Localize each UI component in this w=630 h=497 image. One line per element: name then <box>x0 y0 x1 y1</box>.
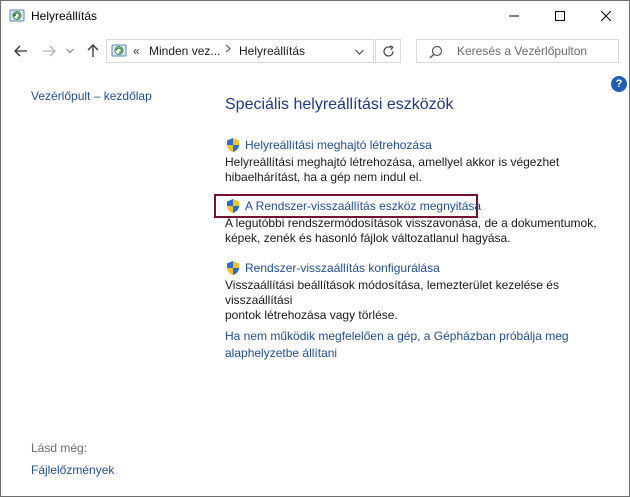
arrow-right-icon <box>43 45 56 57</box>
page-title: Speciális helyreállítási eszközök <box>225 96 454 113</box>
uac-shield-icon <box>227 261 239 275</box>
description-line: képek, zenék és hasonló fájlok változatl… <box>225 231 511 245</box>
description-line: A legutóbbi rendszermódosítások visszavo… <box>225 216 597 230</box>
create-recovery-drive-label[interactable]: Helyreállítási meghajtó létrehozása <box>245 138 432 152</box>
maximize-button[interactable] <box>537 1 583 31</box>
recent-locations-button[interactable] <box>63 41 77 61</box>
open-system-restore-description: A legutóbbi rendszermódosítások visszavo… <box>225 216 597 246</box>
window-title: Helyreállítás <box>31 9 98 23</box>
open-system-restore-label[interactable]: A Rendszer-visszaállítás eszköz megnyitá… <box>245 199 481 213</box>
description-line: hibaelhárítást, ha a gép nem indul el. <box>225 170 422 184</box>
minimize-button[interactable] <box>491 1 537 31</box>
search-input[interactable]: Keresés a Vezérlőpulton <box>416 39 619 63</box>
maximize-icon <box>555 11 565 21</box>
uac-shield-icon <box>227 199 239 213</box>
search-icon <box>429 45 443 59</box>
refresh-icon <box>382 44 394 57</box>
description-line: Visszaállítási beállítások módosítása, l… <box>225 278 559 307</box>
file-history-link[interactable]: Fájlelőzmények <box>31 463 114 477</box>
minimize-icon <box>509 15 519 17</box>
breadcrumb-recovery[interactable]: Helyreállítás <box>239 44 305 58</box>
forward-button[interactable] <box>39 41 59 61</box>
description-line: Helyreállítási meghajtó létrehozása, ame… <box>225 155 560 169</box>
task-open-system-restore: A Rendszer-visszaállítás eszköz megnyitá… <box>225 198 597 246</box>
task-configure-system-restore: Rendszer-visszaállítás konfigurálása Vis… <box>225 260 629 323</box>
chevron-down-icon <box>354 49 364 55</box>
recovery-icon <box>9 8 25 24</box>
configure-system-restore-link[interactable]: Rendszer-visszaállítás konfigurálása <box>225 260 629 276</box>
refresh-button[interactable] <box>375 39 401 63</box>
see-also-label: Lásd még: <box>31 441 88 455</box>
address-bar[interactable]: « Minden vez... Helyreállítás <box>106 39 374 63</box>
uac-shield-icon <box>227 138 239 152</box>
window: Helyreállítás « Minden vez... Helyreállí… <box>0 0 630 497</box>
close-icon <box>601 11 611 21</box>
up-button[interactable] <box>83 41 103 61</box>
arrow-up-icon <box>87 44 99 57</box>
search-placeholder: Keresés a Vezérlőpulton <box>457 44 588 58</box>
address-overflow-button[interactable]: « <box>133 44 140 58</box>
configure-system-restore-description: Visszaállítási beállítások módosítása, l… <box>225 278 629 323</box>
arrow-left-icon <box>14 45 27 57</box>
breadcrumb-control-panel[interactable]: Minden vez... <box>149 44 220 58</box>
description-line: pontok létrehozása vagy törlése. <box>225 308 398 322</box>
control-panel-icon <box>111 43 127 59</box>
create-recovery-drive-description: Helyreállítási meghajtó létrehozása, ame… <box>225 155 559 185</box>
reset-pc-link[interactable]: Ha nem működik megfelelően a gép, a Géph… <box>225 328 605 362</box>
task-create-recovery-drive: Helyreállítási meghajtó létrehozása Hely… <box>225 137 559 185</box>
open-system-restore-link[interactable]: A Rendszer-visszaállítás eszköz megnyitá… <box>225 198 597 214</box>
breadcrumb-separator-icon[interactable] <box>225 44 231 56</box>
address-dropdown-button[interactable] <box>351 44 367 60</box>
configure-system-restore-label[interactable]: Rendszer-visszaállítás konfigurálása <box>245 261 440 275</box>
control-panel-home-link[interactable]: Vezérlőpult – kezdőlap <box>31 89 152 103</box>
navigation-bar: « Minden vez... Helyreállítás Keresés a … <box>1 31 629 71</box>
back-button[interactable] <box>11 41 31 61</box>
create-recovery-drive-link[interactable]: Helyreállítási meghajtó létrehozása <box>225 137 559 153</box>
close-button[interactable] <box>583 1 629 31</box>
title-bar: Helyreállítás <box>1 1 629 31</box>
chevron-down-icon <box>66 48 74 54</box>
help-button[interactable]: ? <box>611 76 627 92</box>
